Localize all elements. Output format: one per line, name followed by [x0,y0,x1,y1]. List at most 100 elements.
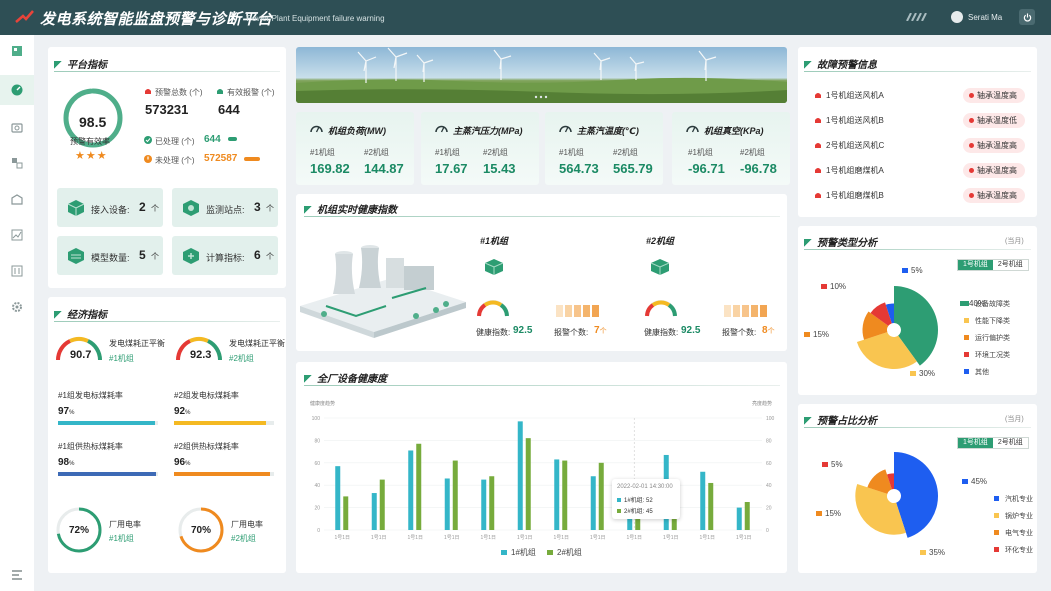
gauge-icon [686,125,699,133]
bar-1 [371,493,377,530]
legend-label: 环化专业 [1005,545,1033,554]
settings-icon[interactable] [11,301,23,313]
status-badge: 轴承温度高 [963,88,1025,103]
alarm-item[interactable]: 1号机组磨煤机B 轴承温度高 [814,188,1025,204]
bar-2 [416,443,422,530]
bar-1 [554,459,560,530]
x-tick-label: 1号1日 [480,535,496,541]
y-tick-label: 20 [314,506,320,512]
bar-1 [590,476,596,530]
alarm-item[interactable]: 1号机组送风机B 轴承温度低 [814,113,1025,129]
slice-marker [920,550,926,555]
camera-icon[interactable] [11,121,23,133]
legend-label: 运行偏护类 [975,333,1010,342]
total-label: 预警总数 (个) [155,88,203,97]
divider [304,216,780,217]
metric-title: 机组真空(KPa) [704,126,764,136]
x-tick-label: 1号1日 [699,535,715,541]
warn-label: 报警个数: [554,328,589,337]
alarm-item[interactable]: 1号机组磨煤机A 轴承温度高 [814,163,1025,179]
metric-card-temperature[interactable]: 主蒸汽温度(℃) #1机组 564.73 #2机组 565.79 [545,112,663,185]
metric-card-vacuum[interactable]: 机组真空(KPa) #1机组 -96.71 #2机组 -96.78 [672,112,790,185]
slice-marker [822,462,828,467]
valid-label: 有效报警 (个) [227,88,275,97]
tile-devices[interactable]: 接入设备: 2 个 [57,188,163,227]
y-tick-label: 100 [312,416,321,422]
metric-value: 565.79 [613,161,653,176]
health-value: 92.5 [681,325,701,336]
slice-label: 45% [971,477,987,486]
slice-label: 15% [825,509,841,518]
bar-2 [343,496,349,530]
legend-swatch [964,318,969,323]
gauge-label: 预警有效率 [70,137,110,146]
y-tick-label: 80 [314,438,320,444]
trend-icon[interactable] [11,229,23,241]
alarm-bell-icon [815,93,821,98]
sidebar [0,35,34,591]
alarm-share-rose-chart[interactable]: 45% 35% 15% 5% 汽机专业锅炉专业电气专业环化专业 [798,404,1037,573]
tile-label: 监测站点: [206,205,245,215]
health-bar-chart[interactable]: 0 0 20 20 40 40 60 60 80 80 100 100 1号1日 1号1日 1号1日 1号1日… [296,362,787,573]
top-bar: 发电系统智能监盘预警与诊断平台 -Power Plant Equipment f… [0,0,1051,35]
y2-tick-label: 60 [766,461,772,467]
warn-bar [556,305,563,317]
logo-small-icon[interactable] [11,45,23,57]
menu-icon[interactable] [11,569,23,581]
tile-indicators[interactable]: 计算指标: 6 个 [172,236,278,275]
report-icon[interactable] [11,265,23,277]
metric-card-pressure[interactable]: 主蒸汽压力(MPa) #1机组 17.67 #2机组 15.43 [421,112,539,185]
warn-bar [751,305,758,317]
slice-marker [816,511,822,516]
warn-bar [724,305,731,317]
tile-unit: 个 [266,204,274,213]
slice-marker [910,371,916,376]
sidebar-item-dashboard[interactable] [0,75,34,105]
bar-2 [452,460,458,530]
x-tick-label: 1号1日 [663,535,679,541]
alarm-bell-icon [815,143,821,148]
ring-label: 厂用电率 [109,520,141,529]
tile-models[interactable]: 模型数量: 5 个 [57,236,163,275]
tile-label: 接入设备: [91,205,130,215]
gauge-label: 发电煤耗正平衡 [109,339,165,348]
progress-bar-4 [174,472,274,476]
metric-value: -96.78 [740,161,777,176]
bar-1 [700,471,706,530]
metric-card-load[interactable]: 机组负荷(MW) #1机组 169.82 #2机组 144.87 [296,112,414,185]
divider [804,71,1031,72]
alarm-type-rose-chart[interactable]: 40%30%15%10%5%设备故障类性能下降类运行偏护类环境工况类其他 [798,226,1037,395]
warn-bar [733,305,740,317]
flow-icon[interactable] [11,157,23,169]
tile-unit: 个 [151,204,159,213]
avatar[interactable] [951,11,963,23]
station-icon [183,200,199,216]
valid-bell-icon [217,89,223,94]
alarm-item[interactable]: 1号机组送风机A 轴承温度高 [814,88,1025,104]
tooltip-row-2: 2#机组: 45 [617,506,653,515]
health-gauge-2 [645,300,677,317]
gauge-value: 90.7 [70,349,92,361]
ring-unit: #1机组 [109,534,134,543]
economy-card: 经济指标 90.7 发电煤耗正平衡 #1机组 92.3 发电煤耗正平衡 #2机组… [48,297,286,573]
legend-swatch [964,352,969,357]
chart-tooltip: 2022-02-01 14:30:00 1#机组: 52 2#机组: 45 [612,479,680,519]
building-icon[interactable] [11,193,23,205]
bar-2 [489,476,495,530]
alarm-item[interactable]: 2号机组送风机C 轴承温度高 [814,138,1025,154]
user-name[interactable]: Serati Ma [968,13,1002,22]
tile-stations[interactable]: 监测站点: 3 个 [172,188,278,227]
status-badge: 轴承温度高 [963,188,1025,203]
unhandled-value: 572587 [204,153,238,164]
bar-1 [736,507,742,530]
handled-label: 已处理 (个) [155,137,195,146]
bar-2 [744,502,750,530]
metric-unit-label: #1机组 [435,148,460,157]
x-tick-label: 1号1日 [444,535,460,541]
metric-title: 主蒸汽压力(MPa) [453,126,523,136]
power-button[interactable] [1019,9,1035,25]
legend-label: 电气专业 [1005,528,1033,537]
y-tick-label: 60 [314,461,320,467]
warn-bar [574,305,581,317]
check-icon [144,136,152,144]
